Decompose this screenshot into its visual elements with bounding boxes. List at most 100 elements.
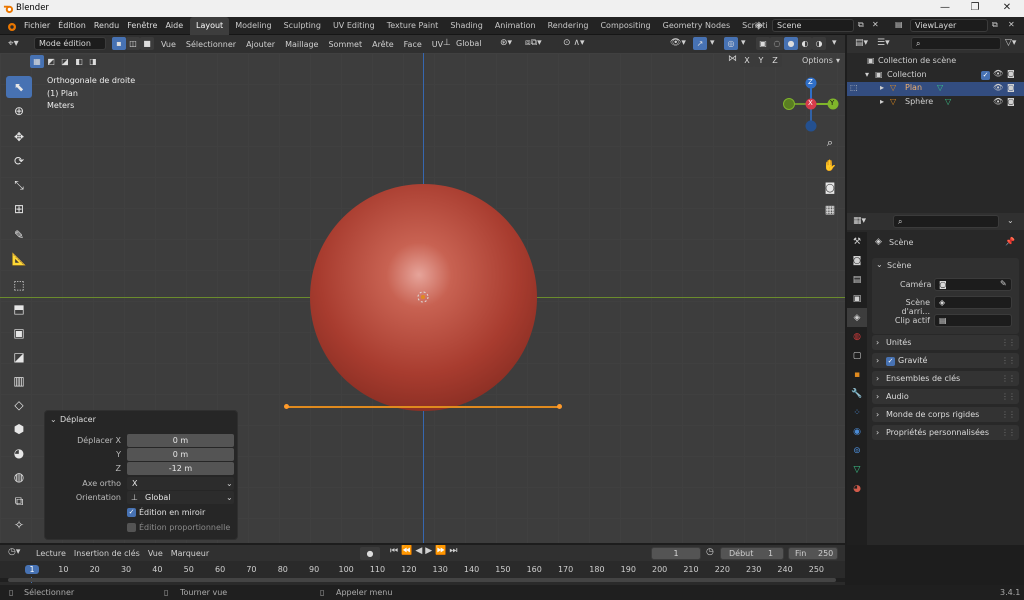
current-frame-marker[interactable]: 1 (25, 565, 39, 574)
wireframe-shading-icon[interactable]: ◌ (770, 37, 784, 50)
properties-search-input[interactable]: ⌕ (893, 215, 999, 228)
eyedropper-icon[interactable]: ✎ (1000, 279, 1007, 288)
properties-editor-icon[interactable]: ▦▾ (853, 216, 866, 226)
zoom-icon[interactable]: ⌕ (820, 133, 840, 153)
display-mode-icon[interactable]: ☰▾ (877, 38, 890, 48)
menu-keying[interactable]: Insertion de clés (70, 549, 144, 558)
collection-exclude-checkbox[interactable]: ✓ (981, 71, 990, 80)
spin-tool-icon[interactable]: ◕ (6, 442, 32, 464)
outliner-row-plan[interactable]: ⬚ ▸ ▽ Plan ▽ 👁 ◙ (847, 82, 1024, 96)
pivot-icon[interactable]: ⊛▾ (500, 38, 512, 48)
menu-face[interactable]: Face (399, 40, 427, 49)
pin-icon[interactable]: 📌 (1005, 237, 1015, 246)
frame-ruler[interactable]: 1 10 20 30 40 50 60 70 80 90 100 110 120 130 140 150 160… (0, 563, 845, 583)
play-reverse-icon[interactable]: ◀ (415, 546, 422, 556)
delete-scene-icon[interactable]: ✕ (872, 20, 879, 29)
vertex-left[interactable] (284, 404, 289, 409)
timeline-editor-icon[interactable]: ◷▾ (8, 547, 20, 557)
active-clip-field[interactable]: ▤ (934, 314, 1012, 327)
modifiers-tab-icon[interactable]: 🔧 (847, 384, 867, 403)
outliner-search-input[interactable]: ⌕ (911, 37, 1001, 50)
cursor-tool-icon[interactable]: ⊕ (6, 100, 32, 122)
perspective-grid-icon[interactable]: ▦ (820, 199, 840, 219)
select-subtract-icon[interactable]: ◪ (58, 55, 72, 68)
mirror-z-button[interactable]: Z (768, 54, 782, 67)
orientation-select[interactable]: Global (127, 491, 234, 504)
measure-tool-icon[interactable]: 📐 (6, 248, 32, 270)
properties-options-icon[interactable]: ⌄ (1007, 216, 1014, 225)
select-box-tool-icon[interactable]: ⬉ (6, 76, 32, 98)
drag-handle-icon[interactable]: ⋮⋮ (1001, 371, 1016, 386)
output-tab-icon[interactable]: ▤ (847, 270, 867, 289)
menu-vertex[interactable]: Sommet (323, 40, 367, 49)
panel-units[interactable]: › Unités ⋮⋮ (872, 335, 1019, 350)
menu-file[interactable]: Fichier (20, 17, 54, 35)
new-scene-icon[interactable]: ⧉ (858, 20, 864, 30)
camera-view-icon[interactable]: ◙ (820, 177, 840, 197)
tab-rendering[interactable]: Rendering (542, 17, 595, 35)
tab-animation[interactable]: Animation (489, 17, 542, 35)
move-y-field[interactable]: 0 m (127, 448, 234, 461)
preview-range-icon[interactable]: ◷ (706, 547, 714, 557)
mirror-y-button[interactable]: Y (754, 54, 768, 67)
tab-modeling[interactable]: Modeling (229, 17, 277, 35)
plan-visibility-icon[interactable]: 👁 (993, 83, 1003, 92)
menu-view[interactable]: Vue (156, 40, 181, 49)
axis-chevron-icon[interactable]: ⌄ (226, 477, 233, 490)
xray-icon[interactable]: ▣ (756, 37, 770, 50)
tab-layout[interactable]: Layout (190, 17, 230, 35)
panel-keying-sets[interactable]: › Ensembles de clés ⋮⋮ (872, 371, 1019, 386)
panel-rigid-body-world[interactable]: › Monde de corps rigides ⋮⋮ (872, 407, 1019, 422)
tab-texture-paint[interactable]: Texture Paint (381, 17, 445, 35)
jump-end-icon[interactable]: ⏭ (449, 546, 457, 556)
scale-tool-icon[interactable]: ⤡ (6, 174, 32, 196)
overlay-toggle-icon[interactable]: ◎ (724, 37, 738, 50)
gizmo-toggle-icon[interactable]: ↗ (693, 37, 707, 50)
transform-tool-icon[interactable]: ⊞ (6, 198, 32, 220)
menu-playback[interactable]: Lecture (32, 549, 70, 558)
menu-edit[interactable]: Édition (54, 17, 90, 35)
editor-type-icon[interactable]: ⌖▾ (8, 38, 19, 49)
menu-render[interactable]: Rendu (90, 17, 123, 35)
drag-handle-icon[interactable]: ⋮⋮ (1001, 425, 1016, 440)
scene-selector[interactable]: Scene (772, 19, 854, 32)
collection-visibility-icon[interactable]: 👁 (993, 69, 1003, 78)
vertex-select-icon[interactable]: ▪ (112, 37, 126, 50)
close-button[interactable]: ✕ (992, 0, 1022, 17)
face-select-icon[interactable]: ■ (140, 37, 154, 50)
drag-handle-icon[interactable]: ⋮⋮ (1001, 335, 1016, 350)
select-extend-icon[interactable]: ◩ (44, 55, 58, 68)
edge-slide-tool-icon[interactable]: ⧉ (6, 490, 32, 512)
inset-tool-icon[interactable]: ▣ (6, 322, 32, 344)
options-menu[interactable]: Options (802, 56, 833, 65)
timeline-scrollbar-thumb[interactable] (8, 578, 836, 582)
minimize-button[interactable]: — (930, 0, 960, 17)
world-tab-icon[interactable]: ◍ (847, 327, 867, 346)
drag-handle-icon[interactable]: ⋮⋮ (1001, 353, 1016, 368)
background-scene-field[interactable]: ◈ (934, 296, 1012, 309)
gravity-checkbox[interactable]: ✓ (886, 357, 895, 366)
snap-icon[interactable]: ⧈⧉▾ (525, 38, 542, 48)
plan-render-icon[interactable]: ◙ (1007, 83, 1015, 92)
menu-mesh[interactable]: Maillage (280, 40, 323, 49)
menu-edge[interactable]: Arête (367, 40, 399, 49)
select-new-icon[interactable]: ▦ (30, 55, 44, 68)
edge-select-icon[interactable]: ◫ (126, 37, 140, 50)
panel-custom-properties[interactable]: › Propriétés personnalisées ⋮⋮ (872, 425, 1019, 440)
sphere-visibility-icon[interactable]: 👁 (993, 97, 1003, 106)
panel-gravity[interactable]: › ✓ Gravité ⋮⋮ (872, 353, 1019, 368)
shading-menu-icon[interactable]: ▾ (832, 38, 837, 48)
menu-marker[interactable]: Marqueur (167, 549, 213, 558)
bevel-tool-icon[interactable]: ◪ (6, 346, 32, 368)
collection-tab-icon[interactable]: ▢ (847, 346, 867, 365)
view-layer-tab-icon[interactable]: ▣ (847, 289, 867, 308)
viewlayer-selector[interactable]: ViewLayer (910, 19, 988, 32)
outliner-row-collection[interactable]: ▾ ▣ Collection ✓ 👁 ◙ (847, 69, 1024, 82)
orientation-chevron-icon[interactable]: ⌄ (226, 491, 233, 504)
vertex-right[interactable] (557, 404, 562, 409)
select-intersect-icon[interactable]: ◨ (86, 55, 100, 68)
proportional-edit-icon[interactable]: ⊙ ∧▾ (563, 38, 585, 48)
outliner-row-scene[interactable]: ▣ Collection de scène (847, 55, 1024, 68)
rendered-shading-icon[interactable]: ◑ (812, 37, 826, 50)
expand-chevron-icon[interactable]: ▸ (880, 83, 884, 92)
